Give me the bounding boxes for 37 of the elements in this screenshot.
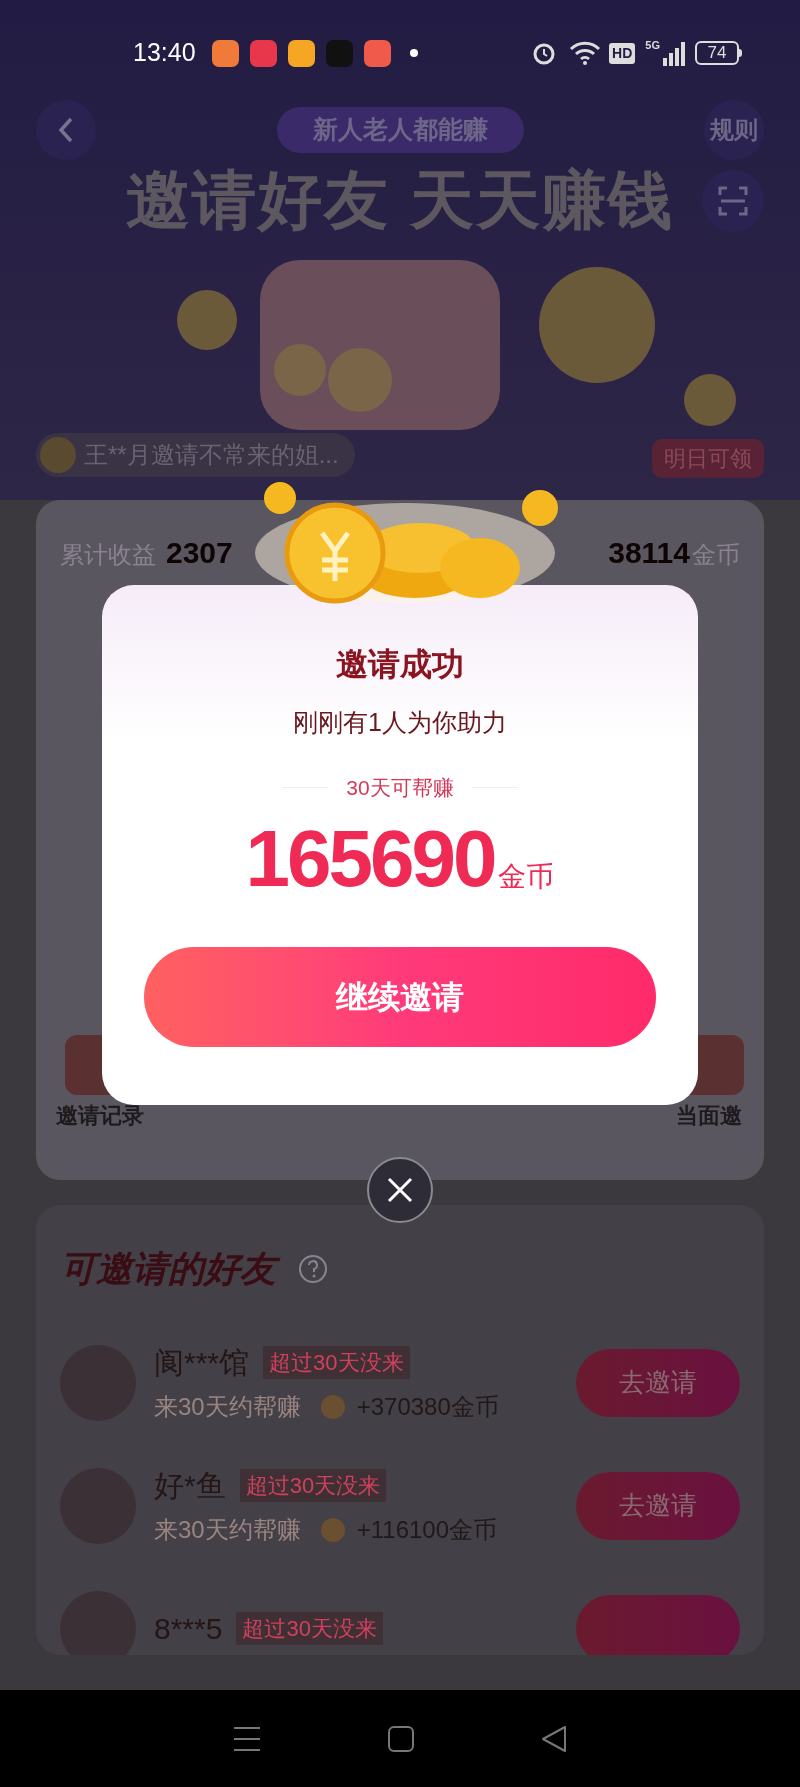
- invite-button[interactable]: 去邀请: [576, 1471, 740, 1540]
- page-title: 邀请好友 天天赚钱: [126, 163, 674, 238]
- battery-indicator: 74: [695, 41, 739, 65]
- reward-note: 来30天约帮赚: [154, 1392, 301, 1422]
- reward-note: 来30天约帮赚: [154, 1515, 301, 1545]
- coin-balance: 38114: [608, 535, 690, 571]
- hd-label: HD: [609, 42, 636, 64]
- status-tag: 超过30天没来: [239, 1469, 387, 1502]
- dialog-title: 邀请成功: [336, 645, 464, 684]
- back-icon: [57, 116, 75, 144]
- help-icon[interactable]: [298, 1254, 328, 1284]
- status-tag: 超过30天没来: [236, 1612, 383, 1645]
- home-icon[interactable]: [387, 1724, 415, 1753]
- wifi-icon: [569, 41, 602, 65]
- status-time: 13:40: [133, 37, 196, 69]
- app-icon: [249, 39, 277, 67]
- dialog-caption: 30天可帮赚: [346, 774, 454, 801]
- coin-icon: [320, 1518, 345, 1542]
- rules-button[interactable]: 规则: [704, 100, 764, 160]
- coin-unit: 金币: [498, 860, 555, 894]
- continue-invite-button[interactable]: 继续邀请: [144, 947, 656, 1047]
- menu-icon[interactable]: [232, 1724, 263, 1753]
- promo-pill: 新人老人都能赚: [276, 107, 524, 153]
- avatar-icon: [40, 437, 76, 473]
- app-icon: [363, 39, 391, 67]
- invite-button[interactable]: 去邀请: [576, 1348, 740, 1417]
- coin-amount: 165690: [245, 813, 495, 905]
- app-icon: [287, 39, 315, 67]
- app-icon: [211, 39, 239, 67]
- earnings-value: 2307: [166, 535, 233, 571]
- close-icon: [387, 1177, 413, 1203]
- back-nav-icon[interactable]: [539, 1724, 568, 1753]
- scan-icon: [718, 186, 748, 216]
- dialog-subtitle: 刚刚有1人为你助力: [293, 707, 507, 738]
- status-tag: 超过30天没来: [263, 1346, 410, 1379]
- app-icon: [325, 39, 353, 67]
- coin-icon: [320, 1395, 345, 1419]
